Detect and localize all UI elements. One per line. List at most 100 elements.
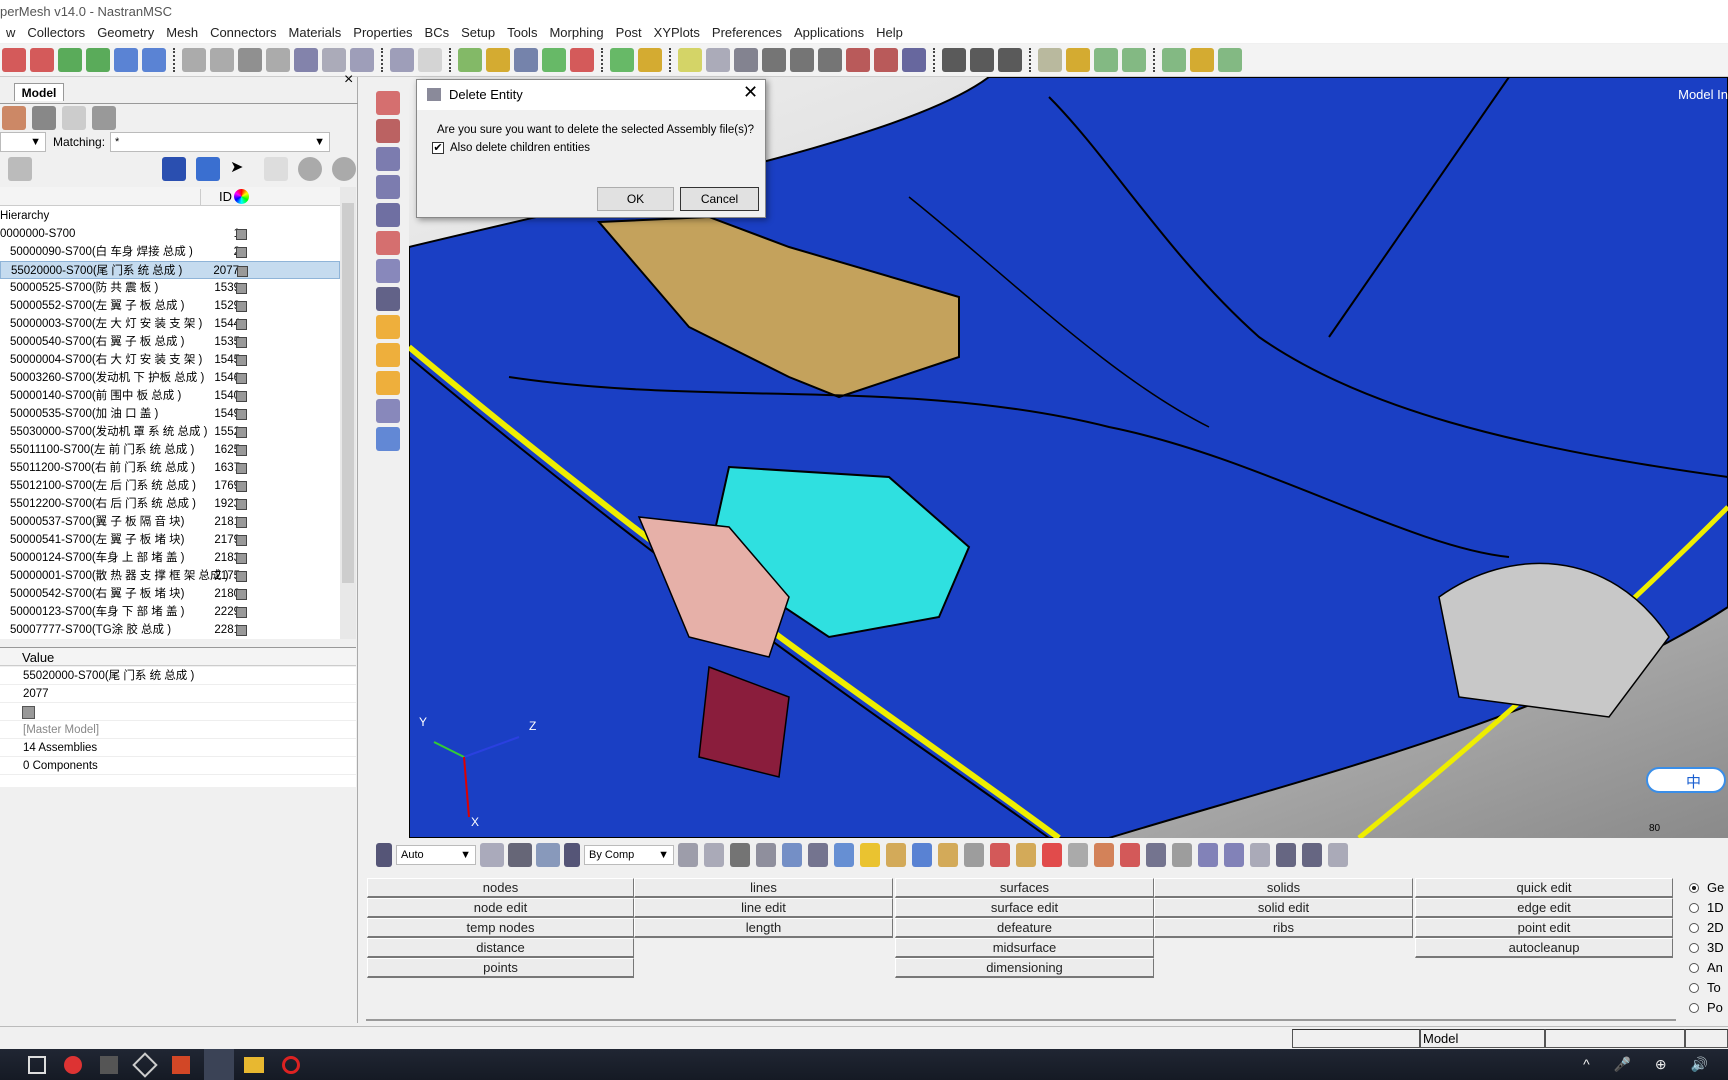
- panel-button-surface-edit[interactable]: surface edit: [895, 898, 1154, 918]
- color-swatch[interactable]: [236, 553, 247, 564]
- viz-tool-icon[interactable]: [1250, 843, 1270, 867]
- radio-option[interactable]: An: [1689, 960, 1723, 975]
- panel-button-point-edit[interactable]: point edit: [1415, 918, 1673, 938]
- tree-row[interactable]: 50000140-S700(前 围中 板 总成 ) 1540: [0, 387, 340, 405]
- menu-item[interactable]: w: [0, 22, 21, 43]
- viz-tool-icon[interactable]: [1042, 843, 1062, 867]
- color-swatch[interactable]: [236, 391, 247, 402]
- tab-model[interactable]: Model: [14, 83, 64, 101]
- cancel-button[interactable]: Cancel: [680, 187, 759, 211]
- menu-item[interactable]: Collectors: [21, 22, 91, 43]
- color-swatch[interactable]: [236, 499, 247, 510]
- radio-button[interactable]: [1689, 962, 1699, 973]
- app-icon[interactable]: [100, 1055, 118, 1074]
- viz-tool-icon[interactable]: [938, 843, 958, 867]
- color-swatch[interactable]: [236, 337, 247, 348]
- toolbar-tool-icon[interactable]: [942, 48, 966, 72]
- vertical-tool-icon[interactable]: [376, 371, 400, 395]
- tree-row[interactable]: 50000552-S700(左 翼 子 板 总成 ) 1529: [0, 297, 340, 315]
- toolbar-tool-icon[interactable]: [514, 48, 538, 72]
- eye-toggle-icon[interactable]: [332, 157, 356, 181]
- toolbar-tool-icon[interactable]: [238, 48, 262, 72]
- panel-button-solids[interactable]: solids: [1154, 878, 1413, 898]
- toolbar-tool-icon[interactable]: [570, 48, 594, 72]
- color-swatch[interactable]: [236, 373, 247, 384]
- toolbar-tool-icon[interactable]: [818, 48, 842, 72]
- tree-row[interactable]: 55011200-S700(右 前 门系 统 总成 ) 1637: [0, 459, 340, 477]
- toolbar-tool-icon[interactable]: [210, 48, 234, 72]
- color-swatch[interactable]: [236, 229, 247, 240]
- toolbar-tool-icon[interactable]: [846, 48, 870, 72]
- display-icon[interactable]: [162, 157, 186, 181]
- matching-input[interactable]: * ▼: [110, 132, 330, 152]
- color-swatch[interactable]: [236, 517, 247, 528]
- children-checkbox[interactable]: ✔: [432, 142, 444, 154]
- color-swatch[interactable]: [236, 301, 247, 312]
- property-row[interactable]: 55020000-S700(尾 门系 统 总成 ): [0, 667, 356, 685]
- record-icon[interactable]: [282, 1055, 300, 1074]
- color-swatch[interactable]: [236, 463, 247, 474]
- menu-item[interactable]: Morphing: [543, 22, 609, 43]
- viz-tool-icon[interactable]: [860, 843, 880, 867]
- toolbar-tool-icon[interactable]: [734, 48, 758, 72]
- tree-row[interactable]: 50000001-S700(散 热 器 支 撑 框 架 总成 ) 2175: [0, 567, 340, 585]
- vertical-tool-icon[interactable]: [376, 315, 400, 339]
- color-swatch[interactable]: [236, 427, 247, 438]
- auto-dropdown[interactable]: Auto ▼: [396, 845, 476, 865]
- toolbar-tool-icon[interactable]: [30, 48, 54, 72]
- menu-item[interactable]: Preferences: [706, 22, 788, 43]
- app-icon[interactable]: [64, 1055, 82, 1074]
- vertical-tool-icon[interactable]: [376, 427, 400, 451]
- tree-row[interactable]: 55012200-S700(右 后 门系 统 总成 ) 1923: [0, 495, 340, 513]
- panel-button-edge-edit[interactable]: edge edit: [1415, 898, 1673, 918]
- radio-option[interactable]: Ge: [1689, 880, 1724, 895]
- panel-button-autocleanup[interactable]: autocleanup: [1415, 938, 1673, 958]
- toolbar-tool-icon[interactable]: [1066, 48, 1090, 72]
- shading-icon[interactable]: [376, 843, 392, 867]
- property-row[interactable]: 2077: [0, 685, 356, 703]
- panel-button-line-edit[interactable]: line edit: [634, 898, 893, 918]
- toolbar-tool-icon[interactable]: [114, 48, 138, 72]
- viz-tool-icon[interactable]: [834, 843, 854, 867]
- tree-row[interactable]: 50000525-S700(防 共 震 板 ) 1539: [0, 279, 340, 297]
- toolbar-tool-icon[interactable]: [706, 48, 730, 72]
- radio-button[interactable]: [1689, 882, 1699, 893]
- viz-tool-icon[interactable]: [886, 843, 906, 867]
- tree-row[interactable]: 50000123-S700(车身 下 部 堵 盖 ) 2229: [0, 603, 340, 621]
- powerpoint-icon[interactable]: [172, 1055, 190, 1074]
- tree-row[interactable]: 50000537-S700(翼 子 板 隔 音 块) 2181: [0, 513, 340, 531]
- ime-indicator[interactable]: 中: [1646, 767, 1726, 793]
- collector-icon[interactable]: [32, 106, 56, 130]
- toolbar-tool-icon[interactable]: [970, 48, 994, 72]
- panel-button-distance[interactable]: distance: [367, 938, 634, 958]
- color-swatch[interactable]: [236, 445, 247, 456]
- tree-scrollbar[interactable]: [340, 187, 356, 639]
- viz-tool-icon[interactable]: [1068, 843, 1088, 867]
- toolbar-tool-icon[interactable]: [142, 48, 166, 72]
- toolbar-tool-icon[interactable]: [1218, 48, 1242, 72]
- expand-icon[interactable]: [8, 157, 32, 181]
- property-row[interactable]: [Master Model]: [0, 721, 356, 739]
- radio-option[interactable]: To: [1689, 980, 1721, 995]
- toolbar-tool-icon[interactable]: [350, 48, 374, 72]
- viz-tool-icon[interactable]: [808, 843, 828, 867]
- property-row[interactable]: 14 Assemblies: [0, 739, 356, 757]
- hypermesh-task-icon[interactable]: [204, 1049, 234, 1080]
- toolbar-tool-icon[interactable]: [1190, 48, 1214, 72]
- solid-icon[interactable]: [536, 843, 560, 867]
- view-icon[interactable]: [92, 106, 116, 130]
- property-row[interactable]: [0, 703, 356, 721]
- toolbar-tool-icon[interactable]: [762, 48, 786, 72]
- menu-item[interactable]: Help: [870, 22, 909, 43]
- component-icon[interactable]: [62, 106, 86, 130]
- tree-row[interactable]: 55030000-S700(发动机 罩 系 统 总成 ) 1552: [0, 423, 340, 441]
- viz-tool-icon[interactable]: [1120, 843, 1140, 867]
- tree-row[interactable]: 50000090-S700(白 车身 焊接 总成 )2: [0, 243, 340, 261]
- vertical-tool-icon[interactable]: [376, 399, 400, 423]
- panel-button-quick-edit[interactable]: quick edit: [1415, 878, 1673, 898]
- by-comp-dropdown[interactable]: By Comp ▼: [584, 845, 674, 865]
- vertical-tool-icon[interactable]: [376, 287, 400, 311]
- vertical-tool-icon[interactable]: [376, 203, 400, 227]
- viz-tool-icon[interactable]: [756, 843, 776, 867]
- radio-button[interactable]: [1689, 942, 1699, 953]
